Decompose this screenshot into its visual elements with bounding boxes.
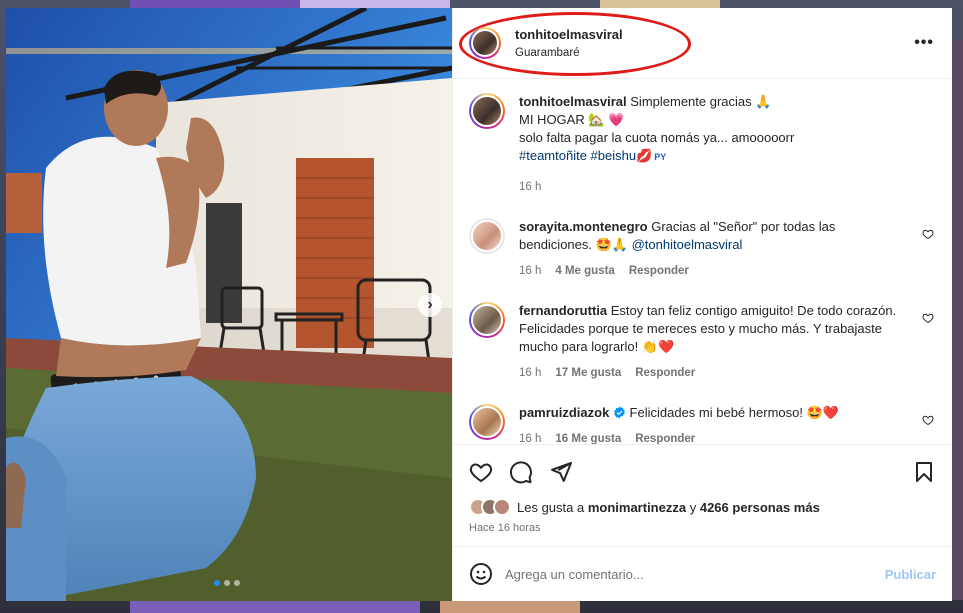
carousel-indicator: [214, 580, 240, 586]
caption-hashtags[interactable]: #teamtoñite #beishu: [519, 148, 636, 163]
comment-text: Felicidades mi bebé hermoso! 🤩❤️: [629, 405, 839, 420]
post-header: tonhitoelmasviral Guarambaré •••: [453, 8, 952, 79]
author-avatar[interactable]: [469, 93, 505, 129]
carousel-dot: [234, 580, 240, 586]
verified-badge-icon: [614, 406, 625, 419]
caption-line: MI HOGAR 🏡 💗: [519, 112, 625, 127]
photo-illustration: [6, 8, 452, 601]
caption-username[interactable]: tonhitoelmasviral: [519, 94, 627, 109]
likes-section: Les gusta a monimartinezza y 4266 person…: [453, 498, 952, 546]
commenter-username[interactable]: sorayita.montenegro: [519, 219, 648, 234]
bookmark-icon[interactable]: [912, 460, 936, 484]
comment-likes-count[interactable]: 16 Me gusta: [555, 430, 621, 444]
comment-likes-count[interactable]: 17 Me gusta: [555, 364, 621, 382]
comment-heart-icon[interactable]: [922, 312, 934, 324]
liker-avatars[interactable]: [469, 498, 511, 516]
paper-plane-icon[interactable]: [549, 460, 573, 484]
caption-time: 16 h: [519, 181, 542, 193]
comment-time: 16 h: [519, 433, 542, 444]
add-comment-bar: Publicar: [453, 546, 952, 601]
comment-item: sorayita.montenegro Gracias al "Señor" p…: [469, 218, 936, 280]
comment-mention[interactable]: @tonhitoelmasviral: [632, 237, 743, 252]
publish-button[interactable]: Publicar: [885, 567, 936, 582]
liker-avatar: [493, 498, 511, 516]
carousel-dot: [214, 580, 220, 586]
comment-likes-count[interactable]: 4 Me gusta: [555, 262, 614, 280]
comment-input[interactable]: [505, 566, 885, 582]
post-actions-bar: [453, 444, 952, 498]
caption-line: solo falta pagar la cuota nomás ya... am…: [519, 130, 795, 145]
post-modal: › tonhitoelmasviral Guarambaré ••• tonhi…: [6, 8, 952, 601]
likes-prefix: Les gusta a: [517, 499, 585, 515]
likes-count[interactable]: 4266 personas más: [700, 500, 820, 515]
backdrop-tile: [440, 601, 580, 613]
comment-time: 16 h: [519, 367, 542, 379]
post-side-panel: tonhitoelmasviral Guarambaré ••• tonhito…: [452, 8, 952, 601]
heart-icon[interactable]: [469, 460, 493, 484]
carousel-dot: [224, 580, 230, 586]
comment-item: fernandoruttia Estoy tan feliz contigo a…: [469, 302, 936, 382]
chevron-right-icon: ›: [427, 296, 433, 313]
next-photo-button[interactable]: ›: [418, 293, 442, 317]
post-photo[interactable]: ›: [6, 8, 452, 601]
comment-time: 16 h: [519, 265, 542, 277]
likes-connector: y: [689, 499, 697, 515]
reply-button[interactable]: Responder: [635, 364, 695, 382]
commenter-avatar[interactable]: [469, 218, 505, 254]
comments-list[interactable]: tonhitoelmasviral Simplemente gracias 🙏 …: [453, 79, 952, 444]
caption-line: Simplemente gracias 🙏: [630, 94, 772, 109]
caption: tonhitoelmasviral Simplemente gracias 🙏 …: [469, 93, 936, 196]
commenter-username[interactable]: pamruizdiazok: [519, 405, 609, 420]
comment-item: pamruizdiazok Felicidades mi bebé hermos…: [469, 404, 936, 444]
commenter-avatar[interactable]: [469, 302, 505, 338]
author-avatar[interactable]: [469, 27, 501, 59]
comment-heart-icon[interactable]: [922, 228, 934, 240]
reply-button[interactable]: Responder: [629, 262, 689, 280]
smiley-icon[interactable]: [469, 562, 493, 586]
liker-username[interactable]: monimartinezza: [588, 500, 686, 515]
comment-icon[interactable]: [509, 460, 533, 484]
backdrop-tile: [130, 601, 420, 613]
reply-button[interactable]: Responder: [635, 430, 695, 444]
caption-emoji: 💋: [636, 148, 653, 163]
post-time: Hace 16 horas: [469, 522, 541, 534]
commenter-username[interactable]: fernandoruttia: [519, 303, 607, 318]
more-options-icon[interactable]: •••: [914, 34, 934, 52]
flag-label: PY: [654, 152, 667, 162]
commenter-avatar[interactable]: [469, 404, 505, 440]
comment-heart-icon[interactable]: [922, 414, 934, 426]
